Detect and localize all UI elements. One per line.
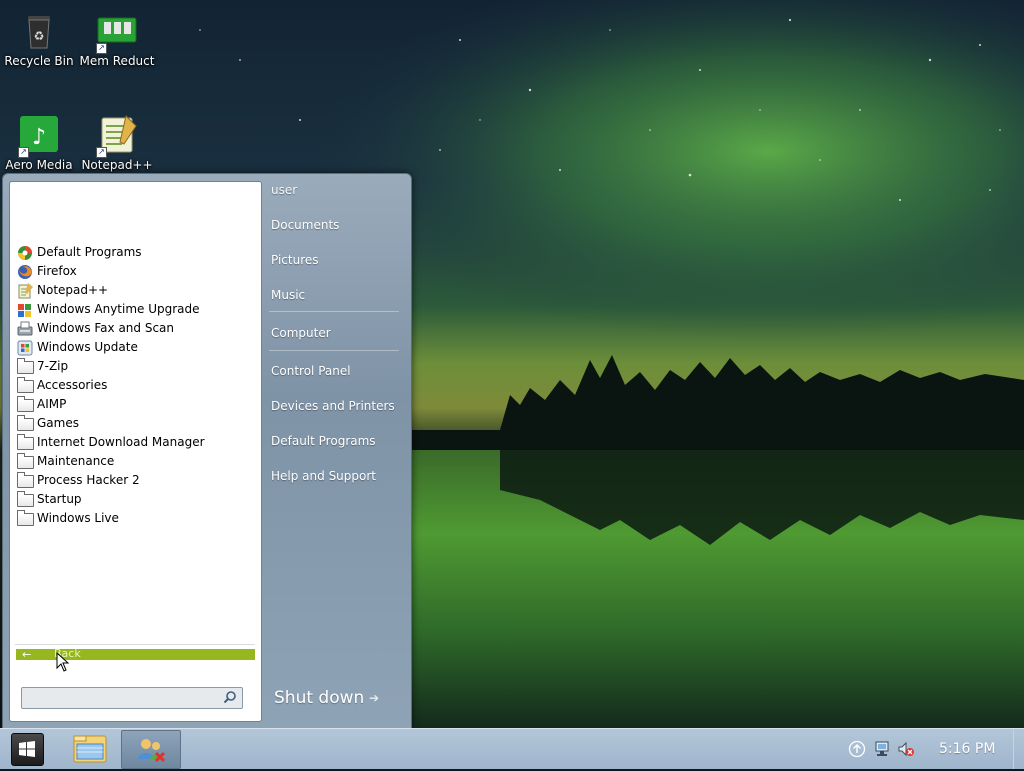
program-item-label: Firefox xyxy=(37,264,77,278)
folder-icon xyxy=(17,510,34,526)
place-item-default-programs[interactable]: Default Programs xyxy=(271,434,376,448)
place-item-devices-and-printers[interactable]: Devices and Printers xyxy=(271,399,395,413)
place-item-help-and-support[interactable]: Help and Support xyxy=(271,469,376,483)
folder-icon xyxy=(17,415,34,431)
windows-logo-icon xyxy=(19,741,35,757)
memory-chip-icon: ↗ xyxy=(96,10,138,54)
back-separator xyxy=(15,644,255,645)
start-search-box[interactable] xyxy=(21,687,243,709)
folder-icon xyxy=(17,396,34,412)
windows-update-icon xyxy=(17,340,33,356)
network-monitor-icon[interactable] xyxy=(873,740,891,758)
place-item-documents[interactable]: Documents xyxy=(271,218,339,232)
recycle-bin-icon: ♻ xyxy=(18,10,60,52)
firefox-icon xyxy=(17,264,33,279)
show-desktop-button[interactable] xyxy=(1013,729,1024,769)
program-folder-7-zip[interactable]: 7-Zip xyxy=(15,357,255,376)
taskbar-network-button[interactable] xyxy=(121,730,181,769)
program-folder-windows-live[interactable]: Windows Live xyxy=(15,509,255,528)
places-separator xyxy=(269,350,399,351)
folder-icon xyxy=(17,472,34,488)
shortcut-arrow-icon: ↗ xyxy=(96,43,107,54)
folder-icon xyxy=(17,491,34,507)
shut-down-button[interactable]: Shut down xyxy=(274,688,364,708)
music-note-icon: ♪ ↗ xyxy=(18,114,60,158)
network-people-icon xyxy=(138,739,166,763)
program-folder-label: Windows Live xyxy=(37,511,119,525)
notepad-icon xyxy=(17,283,33,299)
place-item-music[interactable]: Music xyxy=(271,288,305,302)
program-folder-label: Maintenance xyxy=(37,454,115,468)
shutdown-options-arrow-icon[interactable]: ➔ xyxy=(369,691,379,705)
desktop-icon-mem-reduct[interactable]: ↗ Mem Reduct xyxy=(79,10,155,68)
program-folder-maintenance[interactable]: Maintenance xyxy=(15,452,255,471)
program-folder-label: Internet Download Manager xyxy=(37,435,205,449)
start-menu: Default Programs Firefox Notepad++ Windo… xyxy=(2,173,412,730)
desktop-icon-label: Recycle Bin xyxy=(4,54,74,68)
program-item-label: Notepad++ xyxy=(37,283,109,297)
start-button[interactable] xyxy=(11,733,44,766)
svg-text:♪: ♪ xyxy=(32,125,46,150)
desktop-icon-label: Notepad++ xyxy=(81,158,153,172)
folder-icon xyxy=(17,434,34,450)
program-item-windows-fax-and-scan[interactable]: Windows Fax and Scan xyxy=(15,319,255,338)
back-button[interactable]: ← Back xyxy=(16,648,255,661)
all-programs-list: Default Programs Firefox Notepad++ Windo… xyxy=(15,243,255,528)
start-menu-programs-pane: Default Programs Firefox Notepad++ Windo… xyxy=(9,181,262,722)
program-item-notepad-plus-plus[interactable]: Notepad++ xyxy=(15,281,255,300)
folder-icon xyxy=(17,358,34,374)
start-menu-places-pane: user Documents Pictures Music Computer C… xyxy=(261,174,411,729)
program-folder-label: Startup xyxy=(37,492,82,506)
folder-explorer-icon xyxy=(73,735,107,763)
program-folder-label: Accessories xyxy=(37,378,108,392)
notepad-icon: ↗ xyxy=(96,114,138,158)
program-folder-internet-download-manager[interactable]: Internet Download Manager xyxy=(15,433,255,452)
program-item-label: Default Programs xyxy=(37,245,142,259)
program-folder-label: Process Hacker 2 xyxy=(37,473,140,487)
place-item-control-panel[interactable]: Control Panel xyxy=(271,364,351,378)
program-folder-label: AIMP xyxy=(37,397,67,411)
taskbar-explorer-button[interactable] xyxy=(61,730,119,767)
folder-icon xyxy=(17,453,34,469)
program-folder-accessories[interactable]: Accessories xyxy=(15,376,255,395)
desktop-icon-recycle-bin[interactable]: ♻ Recycle Bin xyxy=(1,10,77,68)
program-folder-label: 7-Zip xyxy=(37,359,69,373)
program-item-label: Windows Anytime Upgrade xyxy=(37,302,200,316)
program-item-label: Windows Update xyxy=(37,340,138,354)
program-folder-process-hacker-2[interactable]: Process Hacker 2 xyxy=(15,471,255,490)
speaker-muted-icon[interactable] xyxy=(897,740,915,758)
program-item-windows-update[interactable]: Windows Update xyxy=(15,338,255,357)
search-icon[interactable] xyxy=(223,690,237,704)
places-separator xyxy=(269,311,399,312)
program-item-windows-anytime-upgrade[interactable]: Windows Anytime Upgrade xyxy=(15,300,255,319)
program-item-label: Windows Fax and Scan xyxy=(37,321,175,335)
place-item-computer[interactable]: Computer xyxy=(271,326,331,340)
shortcut-arrow-icon: ↗ xyxy=(96,147,107,158)
program-folder-startup[interactable]: Startup xyxy=(15,490,255,509)
system-tray xyxy=(845,729,1024,769)
place-item-pictures[interactable]: Pictures xyxy=(271,253,319,267)
back-arrow-icon: ← xyxy=(22,648,32,661)
fax-icon xyxy=(17,321,33,336)
program-folder-aimp[interactable]: AIMP xyxy=(15,395,255,414)
svg-text:♻: ♻ xyxy=(34,29,45,43)
place-item-user[interactable]: user xyxy=(271,183,297,197)
desktop-icon-label: Aero Media xyxy=(5,158,73,172)
program-item-default-programs[interactable]: Default Programs xyxy=(15,243,255,262)
mouse-cursor-icon xyxy=(56,651,70,675)
shortcut-arrow-icon: ↗ xyxy=(18,147,29,158)
arrow-up-circle-icon[interactable] xyxy=(848,740,866,758)
desktop-icon-notepad-plus-plus[interactable]: ↗ Notepad++ xyxy=(79,114,155,172)
desktop-icon-label: Mem Reduct xyxy=(79,54,155,68)
windows-flag-icon xyxy=(17,302,33,317)
taskbar: 5:16 PM xyxy=(0,728,1024,769)
folder-icon xyxy=(17,377,34,393)
taskbar-clock[interactable]: 5:16 PM xyxy=(939,741,995,757)
default-programs-icon xyxy=(17,245,33,260)
program-item-firefox[interactable]: Firefox xyxy=(15,262,255,281)
desktop-icon-aero-media[interactable]: ♪ ↗ Aero Media xyxy=(1,114,77,172)
search-input[interactable] xyxy=(22,688,220,706)
program-folder-games[interactable]: Games xyxy=(15,414,255,433)
program-folder-label: Games xyxy=(37,416,79,430)
